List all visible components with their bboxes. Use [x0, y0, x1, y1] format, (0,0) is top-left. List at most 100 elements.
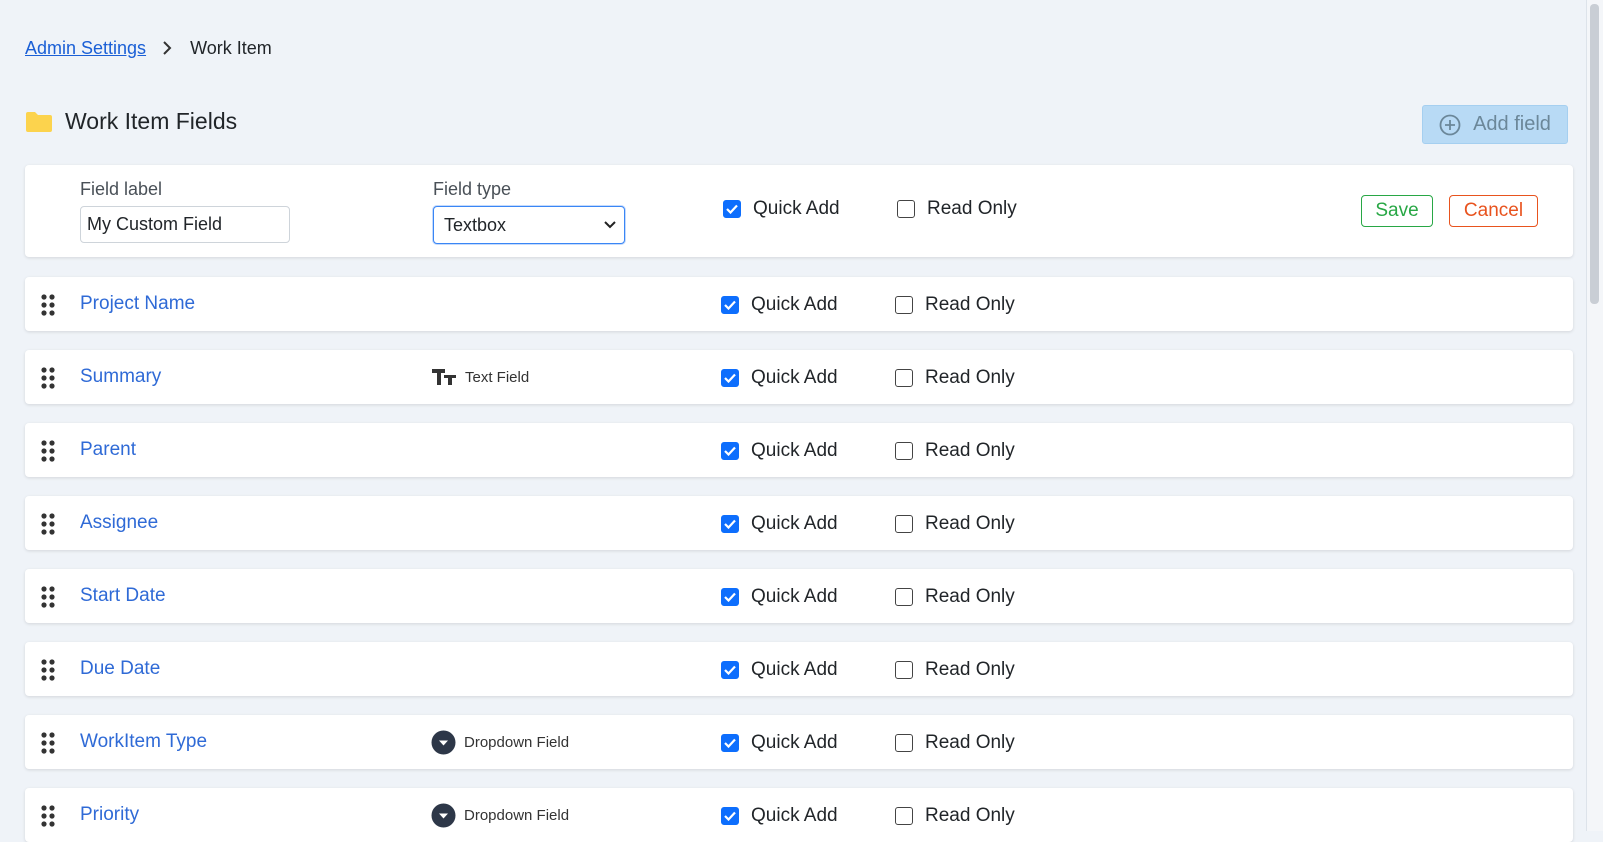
field-label-input[interactable]	[80, 206, 290, 243]
quick-add-label: Quick Add	[751, 805, 838, 826]
field-type: Dropdown Field	[431, 715, 569, 769]
field-type-label: Dropdown Field	[464, 806, 570, 824]
field-row: Summary Text Field Quick Add Read Only	[25, 350, 1573, 404]
field-name-link[interactable]: Project Name	[80, 277, 195, 331]
field-row: WorkItem Type Dropdown Field Quick Add Read…	[25, 715, 1573, 769]
field-type-label: Text Field	[465, 368, 530, 386]
field-type-select[interactable]: Textbox	[433, 206, 625, 244]
read-only-label: Read Only	[925, 805, 1015, 826]
field-row: Priority Dropdown Field Quick Add Read Only	[25, 788, 1573, 842]
read-only-checkbox[interactable]: Read Only	[895, 659, 1015, 681]
read-only-checkbox[interactable]: Read Only	[895, 294, 1015, 316]
checkbox-checked-icon	[721, 661, 739, 679]
save-button[interactable]: Save	[1361, 195, 1433, 227]
text-field-icon	[432, 369, 456, 385]
checkbox-checked-icon	[721, 734, 739, 752]
checkbox-unchecked-icon	[895, 442, 913, 460]
field-type-group: Field type Textbox	[433, 179, 625, 244]
quick-add-checkbox[interactable]: Quick Add	[721, 732, 838, 754]
checkbox-unchecked-icon	[895, 807, 913, 825]
read-only-checkbox[interactable]: Read Only	[895, 586, 1015, 608]
field-type: Text Field	[431, 350, 529, 404]
field-label-group: Field label	[80, 179, 290, 243]
field-label-caption: Field label	[80, 179, 163, 199]
cancel-button[interactable]: Cancel	[1449, 195, 1538, 227]
quick-add-checkbox[interactable]: Quick Add	[721, 586, 838, 608]
field-row: Assignee Quick Add Read Only	[25, 496, 1573, 550]
read-only-label: Read Only	[925, 513, 1015, 534]
field-name-link[interactable]: Due Date	[80, 642, 160, 696]
field-type-caption: Field type	[433, 179, 512, 199]
read-only-checkbox[interactable]: Read Only	[895, 440, 1015, 462]
chevron-right-icon	[162, 40, 172, 56]
quick-add-checkbox[interactable]: Quick Add	[721, 294, 838, 316]
field-type-label: Dropdown Field	[464, 733, 570, 751]
drag-handle-icon[interactable]	[41, 513, 55, 535]
field-name-link[interactable]: Parent	[80, 423, 136, 477]
drag-handle-icon[interactable]	[41, 294, 55, 316]
read-only-checkbox[interactable]: Read Only	[895, 367, 1015, 389]
quick-add-checkbox[interactable]: Quick Add	[721, 440, 838, 462]
quick-add-checkbox[interactable]: Quick Add	[721, 805, 838, 827]
read-only-label: Read Only	[927, 198, 1017, 219]
add-field-button[interactable]: Add field	[1422, 105, 1568, 144]
checkbox-unchecked-icon	[895, 515, 913, 533]
breadcrumb: Admin Settings Work Item	[25, 36, 272, 60]
field-type-value: Textbox	[444, 214, 507, 235]
editor-read-only-checkbox[interactable]: Read Only	[897, 198, 1017, 220]
field-row: Due Date Quick Add Read Only	[25, 642, 1573, 696]
checkbox-unchecked-icon	[895, 734, 913, 752]
drag-handle-icon[interactable]	[41, 440, 55, 462]
quick-add-checkbox[interactable]: Quick Add	[721, 513, 838, 535]
plus-circle-icon	[1439, 114, 1461, 135]
field-row: Start Date Quick Add Read Only	[25, 569, 1573, 623]
field-row: Parent Quick Add Read Only	[25, 423, 1573, 477]
add-field-label: Add field	[1473, 113, 1551, 135]
field-name-link[interactable]: Priority	[80, 788, 139, 842]
quick-add-label: Quick Add	[753, 198, 840, 219]
checkbox-checked-icon	[721, 369, 739, 387]
checkbox-checked-icon	[721, 515, 739, 533]
read-only-checkbox[interactable]: Read Only	[895, 513, 1015, 535]
drag-handle-icon[interactable]	[41, 805, 55, 827]
read-only-checkbox[interactable]: Read Only	[895, 805, 1015, 827]
dropdown-field-icon	[431, 730, 456, 754]
read-only-label: Read Only	[925, 440, 1015, 461]
breadcrumb-admin-settings-link[interactable]: Admin Settings	[25, 38, 146, 59]
quick-add-checkbox[interactable]: Quick Add	[721, 367, 838, 389]
quick-add-label: Quick Add	[751, 586, 838, 607]
checkbox-checked-icon	[723, 200, 741, 218]
drag-handle-icon[interactable]	[41, 659, 55, 681]
read-only-checkbox[interactable]: Read Only	[895, 732, 1015, 754]
field-name-link[interactable]: Summary	[80, 350, 161, 404]
new-field-editor: Field label Field type Textbox Quick Add…	[25, 165, 1573, 257]
quick-add-checkbox[interactable]: Quick Add	[721, 659, 838, 681]
field-name-link[interactable]: WorkItem Type	[80, 715, 207, 769]
checkbox-unchecked-icon	[895, 369, 913, 387]
read-only-label: Read Only	[925, 367, 1015, 388]
quick-add-label: Quick Add	[751, 440, 838, 461]
dropdown-field-icon	[431, 803, 456, 827]
drag-handle-icon[interactable]	[41, 367, 55, 389]
page-header: Work Item Fields	[25, 108, 237, 135]
field-type: Dropdown Field	[431, 788, 569, 842]
checkbox-checked-icon	[721, 296, 739, 314]
checkbox-unchecked-icon	[895, 588, 913, 606]
read-only-label: Read Only	[925, 659, 1015, 680]
checkbox-checked-icon	[721, 588, 739, 606]
field-row: Project Name Quick Add Read Only	[25, 277, 1573, 331]
checkbox-unchecked-icon	[895, 296, 913, 314]
read-only-label: Read Only	[925, 732, 1015, 753]
quick-add-label: Quick Add	[751, 732, 838, 753]
editor-quick-add-checkbox[interactable]: Quick Add	[723, 198, 840, 220]
scrollbar[interactable]	[1586, 0, 1603, 831]
scrollbar-thumb[interactable]	[1590, 4, 1599, 304]
quick-add-label: Quick Add	[751, 294, 838, 315]
quick-add-label: Quick Add	[751, 659, 838, 680]
field-name-link[interactable]: Start Date	[80, 569, 166, 623]
checkbox-unchecked-icon	[895, 661, 913, 679]
checkbox-unchecked-icon	[897, 200, 915, 218]
drag-handle-icon[interactable]	[41, 586, 55, 608]
field-name-link[interactable]: Assignee	[80, 496, 158, 550]
drag-handle-icon[interactable]	[41, 732, 55, 754]
